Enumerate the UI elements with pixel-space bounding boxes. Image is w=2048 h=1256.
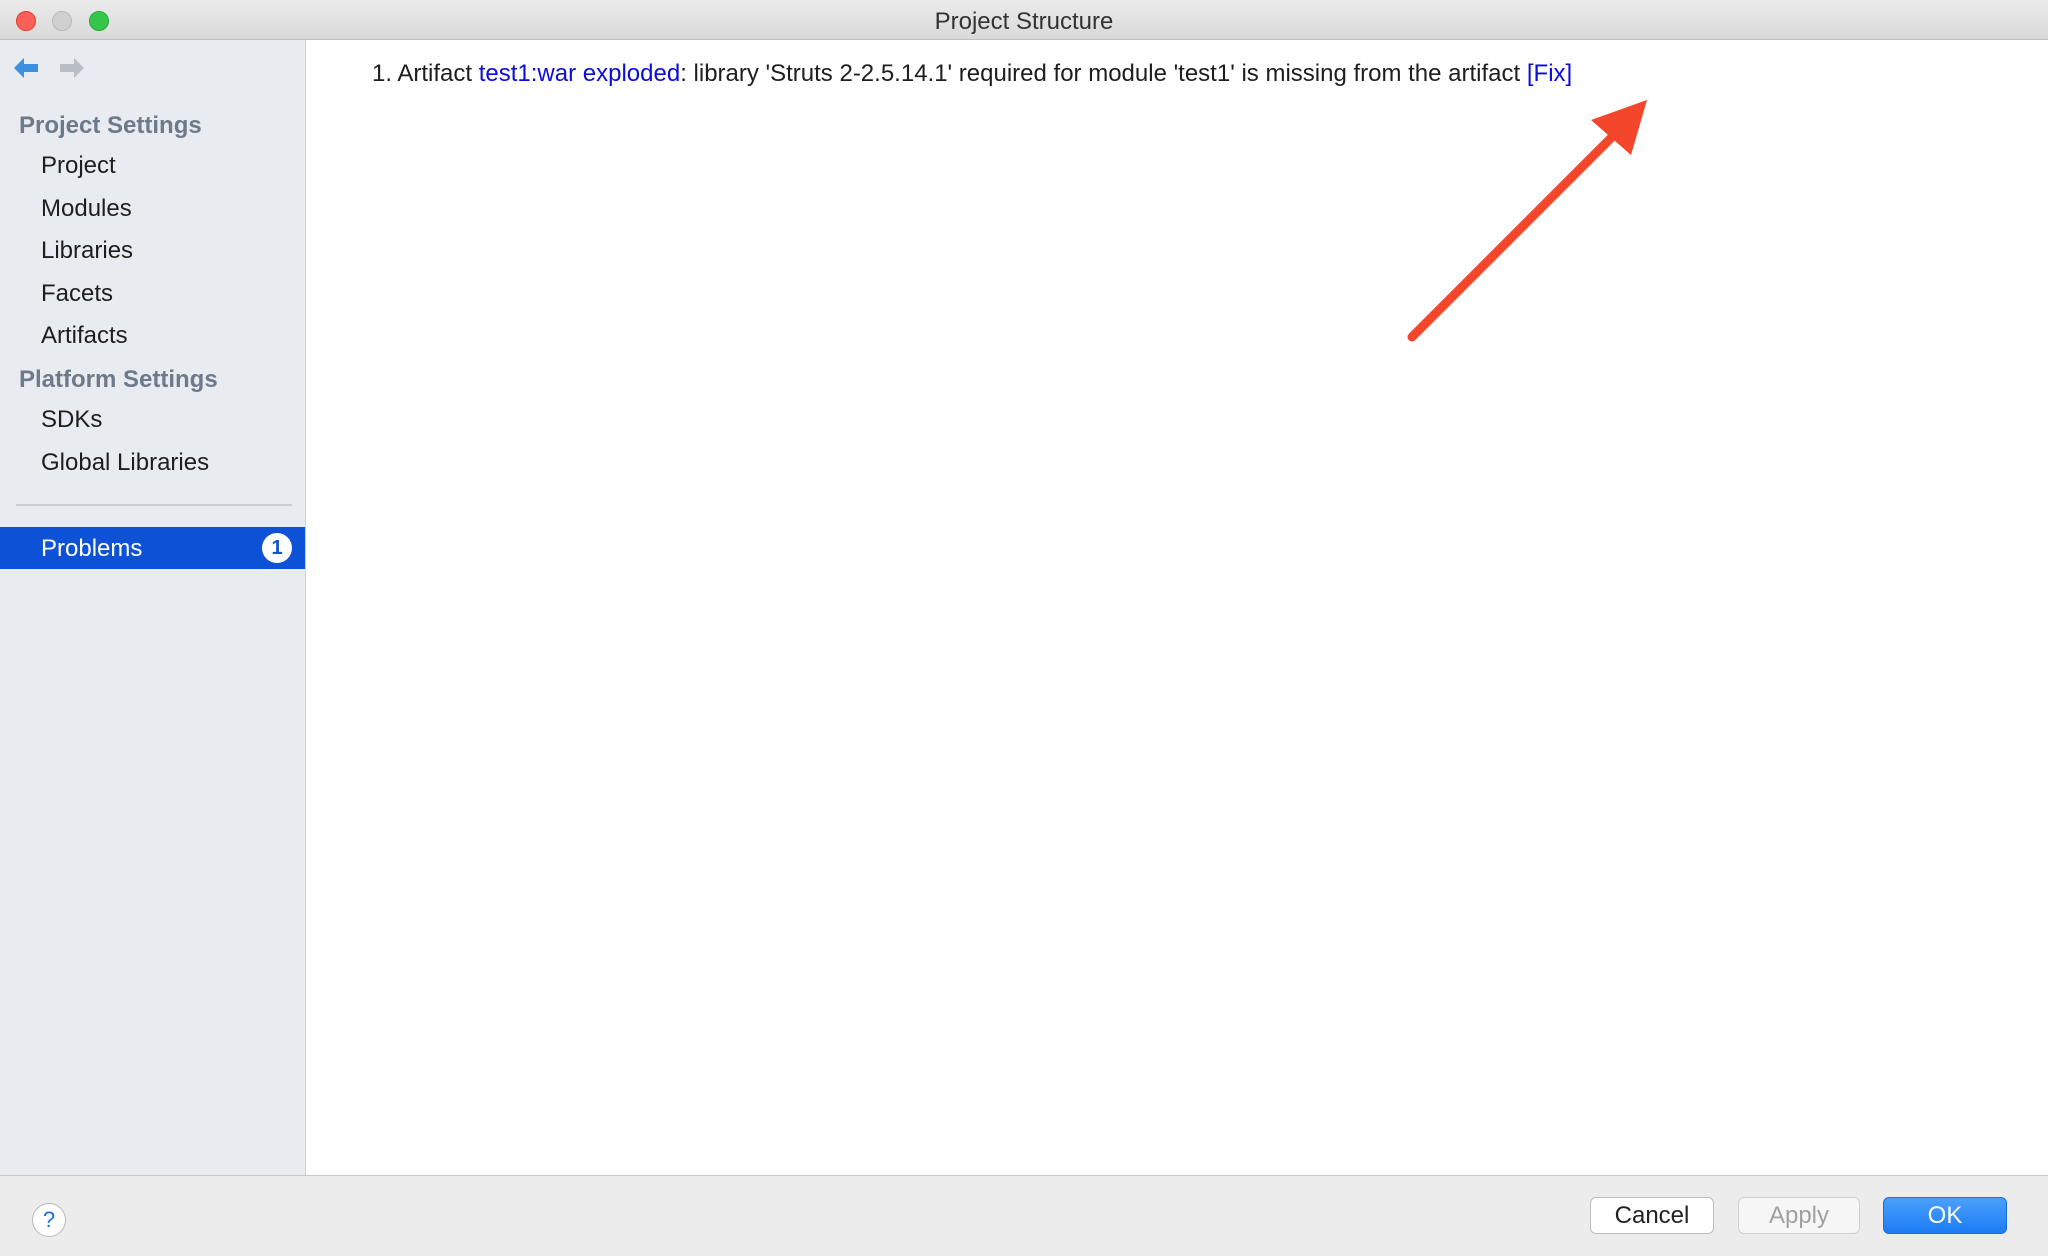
- fix-link[interactable]: [Fix]: [1527, 60, 1572, 87]
- window-title: Project Structure: [934, 8, 1114, 35]
- apply-button[interactable]: Apply: [1738, 1197, 1860, 1234]
- sidebar-item-global-libraries[interactable]: Global Libraries: [41, 449, 209, 477]
- sidebar-item-facets[interactable]: Facets: [41, 280, 113, 308]
- problems-panel: 1. Artifact test1:war exploded: library …: [306, 40, 2048, 1175]
- back-arrow-icon[interactable]: [10, 52, 42, 84]
- dialog-footer: ? Cancel Apply OK: [0, 1175, 2048, 1256]
- project-settings-header: Project Settings: [19, 112, 202, 139]
- sidebar-divider: [16, 504, 292, 506]
- title-bar: Project Structure: [0, 0, 2048, 40]
- sidebar-item-modules[interactable]: Modules: [41, 195, 132, 223]
- problems-count-badge: 1: [262, 533, 292, 563]
- sidebar-item-problems[interactable]: Problems 1: [0, 527, 305, 569]
- sidebar-item-sdks[interactable]: SDKs: [41, 406, 102, 434]
- sidebar-item-libraries[interactable]: Libraries: [41, 237, 133, 265]
- annotation-arrow-shaft: [1407, 110, 1639, 342]
- cancel-button[interactable]: Cancel: [1590, 1197, 1714, 1234]
- problem-item: 1. Artifact test1:war exploded: library …: [372, 60, 1572, 88]
- problem-message: : library 'Struts 2-2.5.14.1' required f…: [680, 60, 1521, 87]
- artifact-link[interactable]: test1:war exploded: [479, 60, 680, 87]
- platform-settings-header: Platform Settings: [19, 366, 218, 393]
- annotation-arrow-head: [1591, 100, 1647, 155]
- problems-label: Problems: [41, 535, 143, 562]
- problem-prefix: Artifact: [397, 60, 473, 87]
- sidebar-item-project[interactable]: Project: [41, 152, 116, 180]
- ok-button[interactable]: OK: [1883, 1197, 2007, 1234]
- forward-arrow-icon[interactable]: [56, 52, 88, 84]
- sidebar-item-artifacts[interactable]: Artifacts: [41, 322, 128, 350]
- help-button[interactable]: ?: [32, 1203, 66, 1237]
- annotation-arrow: [1407, 100, 1647, 342]
- sidebar: Project Settings Project Modules Librari…: [0, 40, 306, 1175]
- problem-number: 1.: [372, 60, 393, 87]
